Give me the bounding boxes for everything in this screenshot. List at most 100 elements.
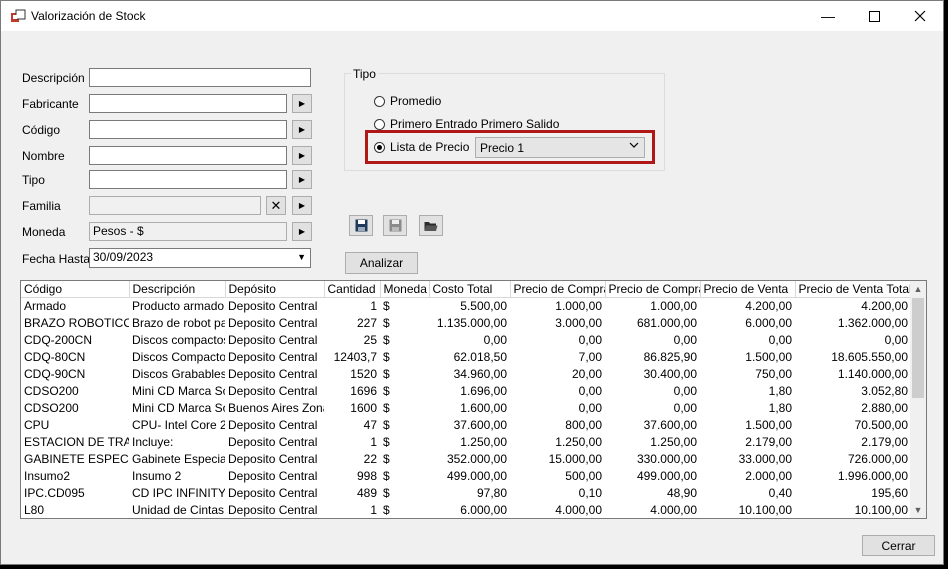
codigo-lookup-button[interactable]: ▶ xyxy=(292,120,312,139)
descripcion-input[interactable] xyxy=(89,68,311,87)
table-cell: 0,10 xyxy=(578,486,602,500)
table-cell: 2.880,00 xyxy=(861,401,908,415)
table-cell: Discos Compactos xyxy=(132,350,225,364)
column-header[interactable]: Precio de Venta xyxy=(700,281,796,298)
moneda-lookup-button[interactable]: ▶ xyxy=(292,222,312,241)
column-header[interactable]: Código xyxy=(21,281,130,298)
column-header[interactable]: Precio de Venta Total xyxy=(795,281,912,298)
table-cell: CD IPC INFINITY S xyxy=(132,486,225,500)
column-header[interactable]: Cantidad xyxy=(324,281,381,298)
table-cell: 18.605.550,00 xyxy=(831,350,908,364)
table-cell: 1.250,00 xyxy=(650,435,697,449)
table-cell: 681.000,00 xyxy=(636,316,697,330)
column-header[interactable]: Costo Total xyxy=(429,281,511,298)
table-cell: 6.000,00 xyxy=(745,316,792,330)
tipo-input[interactable] xyxy=(89,170,287,189)
table-row[interactable]: GABINETE ESPECIALGabinete EspecialDeposi… xyxy=(21,451,911,468)
table-cell: $ xyxy=(383,486,390,500)
table-cell: 1.000,00 xyxy=(555,299,602,313)
stock-grid[interactable]: Código Descripción Depósito Cantidad Mon… xyxy=(20,280,927,519)
table-cell: Deposito Central xyxy=(228,350,318,364)
table-cell: Unidad de Cintas D xyxy=(132,503,225,517)
column-header[interactable]: Depósito xyxy=(225,281,325,298)
analizar-button[interactable]: Analizar xyxy=(345,252,418,274)
table-row[interactable]: Armado Producto armado Deposito Central 1 $5… xyxy=(21,298,911,316)
table-row[interactable]: CPU CPU- Intel Core 2 Deposito Central 47 $3… xyxy=(21,417,911,434)
save-icon xyxy=(389,219,401,232)
familia-input xyxy=(89,196,261,215)
table-cell: 7,00 xyxy=(578,350,602,364)
chevron-down-icon: ▼ xyxy=(297,252,306,262)
radio-checked-icon xyxy=(374,141,385,153)
table-row[interactable]: CDSO200 Mini CD Marca Sor Deposito Central… xyxy=(21,383,911,400)
table-row[interactable]: Insumo2 Insumo 2 Deposito Central 998 $499.0… xyxy=(21,468,911,485)
fabricante-input[interactable] xyxy=(89,94,287,113)
scroll-down-icon[interactable]: ▼ xyxy=(910,502,926,518)
table-cell: L80 xyxy=(24,503,45,517)
table-row[interactable]: CDQ-80CN Discos Compactos Deposito Central… xyxy=(21,349,911,366)
save-disabled-button[interactable] xyxy=(383,215,407,236)
maximize-button[interactable] xyxy=(851,1,897,31)
radio-unchecked-icon xyxy=(374,95,385,107)
table-row[interactable]: L80 Unidad de Cintas DDeposito Central 1 $6… xyxy=(21,502,911,518)
lista-precio-select[interactable]: Precio 1 xyxy=(475,137,645,158)
table-row[interactable]: ESTACION DE TRAB Incluye: Deposito Central… xyxy=(21,434,911,451)
vertical-scrollbar[interactable]: ▲ ▼ xyxy=(910,281,926,518)
table-row[interactable]: CDSO200 Mini CD Marca Sor Buenos Aires Zon… xyxy=(21,400,911,417)
table-cell: 499.000,00 xyxy=(636,469,697,483)
table-cell: 0,00 xyxy=(578,333,602,347)
table-cell: 1.000,00 xyxy=(650,299,697,313)
folder-open-icon xyxy=(424,221,438,231)
column-header[interactable]: Moneda xyxy=(380,281,430,298)
table-cell: 1.696,00 xyxy=(460,384,507,398)
table-row[interactable]: BRAZO ROBOTICOBrazo de robot paraDeposit… xyxy=(21,315,911,332)
table-cell: Deposito Central xyxy=(228,299,318,313)
table-cell: $ xyxy=(383,503,390,517)
familia-lookup-button[interactable]: ▶ xyxy=(292,196,312,215)
tipo-lookup-button[interactable]: ▶ xyxy=(292,170,312,189)
nombre-input[interactable] xyxy=(89,146,287,165)
nombre-label: Nombre xyxy=(22,149,65,163)
table-cell: 10.100,00 xyxy=(738,503,792,517)
table-cell: Incluye: xyxy=(132,435,174,449)
open-folder-button[interactable] xyxy=(419,215,443,236)
fecha-hasta-picker[interactable]: 30/09/2023 ▼ xyxy=(89,248,311,268)
codigo-input[interactable] xyxy=(89,120,287,139)
scroll-up-icon[interactable]: ▲ xyxy=(910,281,926,297)
table-cell: 1 xyxy=(370,503,377,517)
radio-promedio[interactable]: Promedio xyxy=(374,94,441,108)
table-row[interactable]: CDQ-90CN Discos Grabables Deposito Central… xyxy=(21,366,911,383)
table-cell: ESTACION DE TRAB xyxy=(24,435,129,449)
table-cell: $ xyxy=(383,299,390,313)
column-header[interactable]: Descripción xyxy=(129,281,226,298)
table-cell: $ xyxy=(383,367,390,381)
table-cell: Insumo2 xyxy=(24,469,71,483)
nombre-lookup-button[interactable]: ▶ xyxy=(292,146,312,165)
column-header[interactable]: Precio de Compra xyxy=(510,281,606,298)
save-button[interactable] xyxy=(349,215,373,236)
table-cell: 352.000,00 xyxy=(446,452,507,466)
table-cell: 1.500,00 xyxy=(745,350,792,364)
table-cell: CDQ-200CN xyxy=(24,333,93,347)
column-header[interactable]: Precio de Compra xyxy=(605,281,701,298)
minimize-button[interactable]: — xyxy=(805,1,851,31)
table-cell: Mini CD Marca Sor xyxy=(132,401,225,415)
table-header-row: Código Descripción Depósito Cantidad Mon… xyxy=(21,281,912,298)
table-cell: 499.000,00 xyxy=(446,469,507,483)
table-cell: 12403,7 xyxy=(333,350,377,364)
table-cell: $ xyxy=(383,384,390,398)
scrollbar-thumb[interactable] xyxy=(912,298,924,398)
table-row[interactable]: IPC.CD095 CD IPC INFINITY SDeposito Centr… xyxy=(21,485,911,502)
close-button[interactable] xyxy=(897,1,943,31)
familia-label: Familia xyxy=(22,199,61,213)
table-cell: 1 xyxy=(370,299,377,313)
fabricante-lookup-button[interactable]: ▶ xyxy=(292,94,312,113)
familia-clear-button[interactable]: ✕ xyxy=(266,196,286,215)
table-cell: 998 xyxy=(356,469,377,483)
table-row[interactable]: CDQ-200CN Discos compactos Deposito Centra… xyxy=(21,332,911,349)
radio-peps[interactable]: Primero Entrado Primero Salido xyxy=(374,117,559,131)
cerrar-button[interactable]: Cerrar xyxy=(862,535,935,556)
radio-lista-precio[interactable]: Lista de Precio xyxy=(374,140,469,154)
table-cell: 37.600,00 xyxy=(643,418,697,432)
table-cell: 22 xyxy=(363,452,377,466)
